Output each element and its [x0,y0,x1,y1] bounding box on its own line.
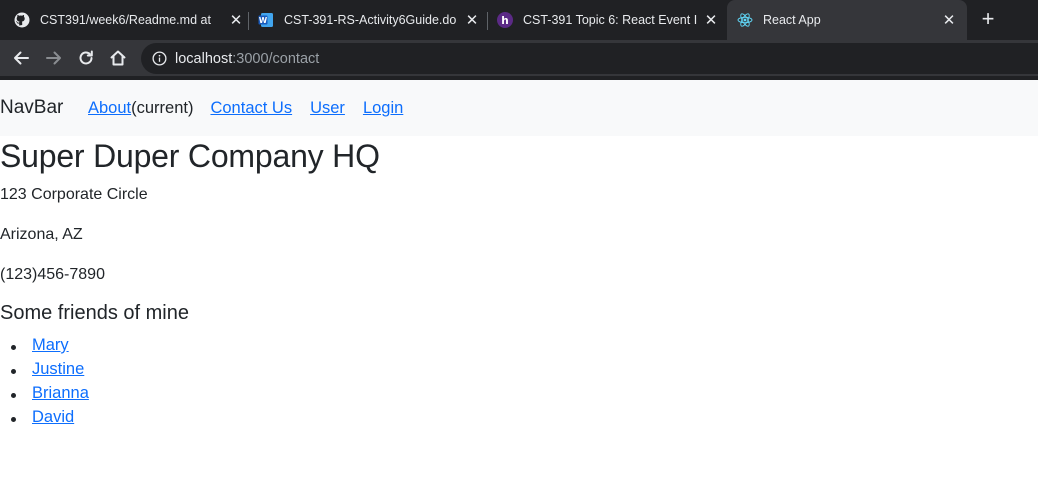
tab-react-event-topic[interactable]: h CST-391 Topic 6: React Event I ✕ [497,6,719,34]
navbar-links: About (current) Contact Us User Login [88,99,421,118]
list-item: Mary [0,336,89,360]
tab-title: CST-391 Topic 6: React Event I [523,13,698,27]
friend-link-justine[interactable]: Justine [32,360,84,378]
close-icon[interactable]: ✕ [941,12,957,29]
tab-separator [248,12,249,30]
tab-title: React App [763,13,821,27]
nav-link-login[interactable]: Login [363,99,403,118]
close-icon[interactable]: ✕ [464,12,480,29]
nav-link-contact[interactable]: Contact Us [210,99,292,118]
new-tab-button[interactable]: + [976,8,1000,32]
friends-heading: Some friends of mine [0,302,189,324]
friend-link-brianna[interactable]: Brianna [32,384,89,402]
nav-link-user[interactable]: User [310,99,345,118]
url-host: localhost [175,50,233,67]
phone-number: (123)456-7890 [0,266,105,283]
back-button[interactable] [10,47,32,69]
address-line-2: Arizona, AZ [0,226,83,243]
close-icon[interactable]: ✕ [228,12,244,29]
list-item: David [0,408,89,432]
address-line-1: 123 Corporate Circle [0,186,148,203]
back-arrow-icon [14,51,29,65]
page-content: NavBar About (current) Contact Us User Lo… [0,80,1038,483]
friend-link-mary[interactable]: Mary [32,336,69,354]
friends-list: Mary Justine Brianna David [0,336,89,432]
reload-button[interactable] [75,47,97,69]
react-icon [737,12,753,28]
word-icon: W [258,12,274,28]
info-icon[interactable] [151,51,167,67]
home-icon [110,50,126,66]
list-item: Justine [0,360,89,384]
forward-button[interactable] [43,47,65,69]
close-icon[interactable]: ✕ [703,12,719,29]
halo-icon: h [497,12,513,28]
navbar-brand[interactable]: NavBar [0,97,63,119]
tab-word-guide[interactable]: W CST-391-RS-Activity6Guide.do ✕ [258,6,480,34]
url-path: :3000/contact [232,50,320,67]
list-item: Brianna [0,384,89,408]
site-navbar: NavBar About (current) Contact Us User Lo… [0,80,1038,136]
nav-link-about[interactable]: About [88,99,131,118]
svg-text:h: h [501,15,508,27]
nav-item-about: About (current) [88,99,193,118]
current-indicator: (current) [131,99,194,117]
forward-arrow-icon [46,51,61,65]
tab-title: CST-391-RS-Activity6Guide.do [284,13,457,27]
tab-github-readme[interactable]: CST391/week6/Readme.md at ✕ [14,6,244,34]
github-icon [14,12,30,28]
tab-react-app[interactable]: React App ✕ [727,0,967,40]
tab-separator [487,12,488,30]
reload-icon [79,50,93,65]
tab-title: CST391/week6/Readme.md at [40,13,211,27]
browser-tab-strip: CST391/week6/Readme.md at ✕ W CST-391-RS… [0,0,1038,40]
address-bar[interactable]: localhost:3000/contact [141,43,1038,74]
page-title: Super Duper Company HQ [0,138,380,174]
browser-toolbar: localhost:3000/contact [0,40,1038,76]
home-button[interactable] [107,47,129,69]
svg-text:W: W [259,16,268,25]
friend-link-david[interactable]: David [32,408,74,426]
